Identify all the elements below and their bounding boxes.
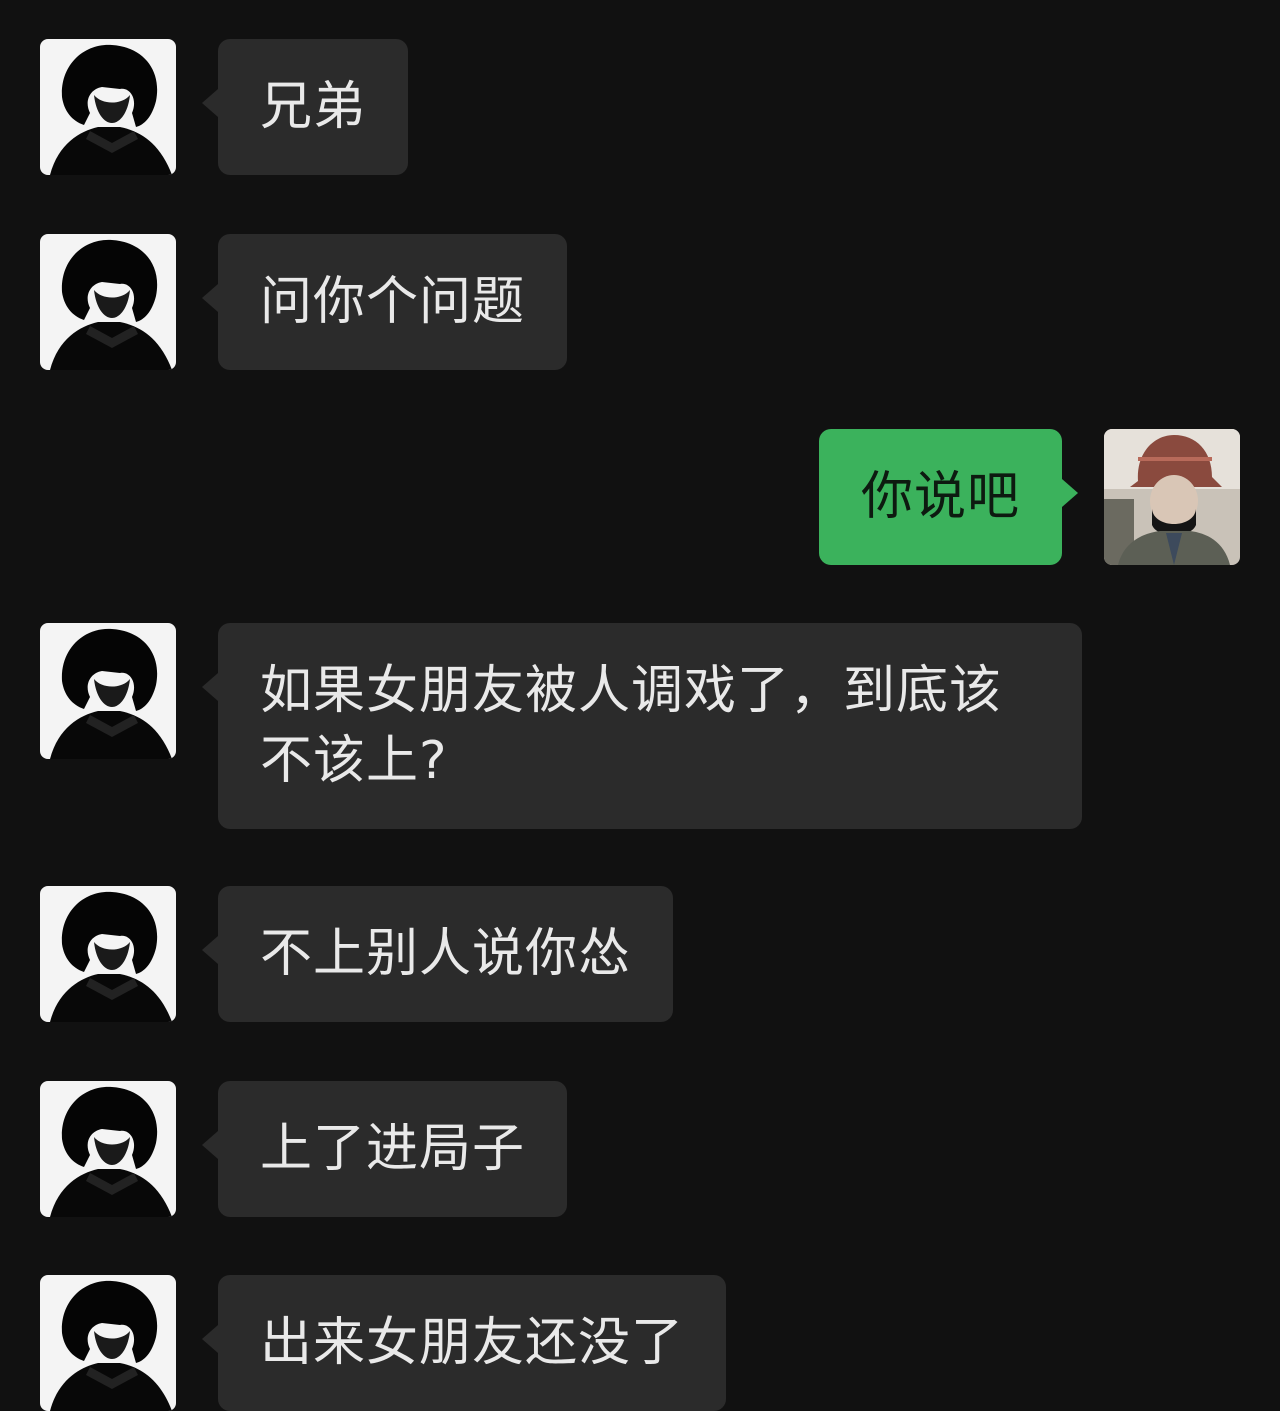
incoming-message-bubble[interactable]: 兄弟 (201, 39, 409, 175)
message-row: 出来女朋友还没了 (40, 1275, 727, 1411)
incoming-message-bubble[interactable]: 上了进局子 (201, 1081, 568, 1217)
message-row: 上了进局子 (40, 1081, 568, 1217)
contact-avatar[interactable] (40, 1275, 176, 1411)
message-row: 不上别人说你怂 (40, 886, 674, 1022)
incoming-message-bubble[interactable]: 不上别人说你怂 (201, 886, 674, 1022)
anime-boy-avatar-icon (40, 623, 176, 759)
anime-boy-avatar-icon (40, 1081, 176, 1217)
anime-boy-avatar-icon (40, 39, 176, 175)
incoming-message-bubble[interactable]: 如果女朋友被人调戏了，到底该不该上? (202, 623, 1082, 829)
outgoing-message-bubble[interactable]: 你说吧 (818, 429, 1079, 565)
message-row: 兄弟 (40, 39, 409, 175)
anime-boy-avatar-icon (40, 234, 176, 370)
message-row: 问你个问题 (40, 234, 568, 370)
incoming-message-bubble[interactable]: 出来女朋友还没了 (201, 1275, 727, 1411)
contact-avatar[interactable] (40, 39, 176, 175)
anime-boy-avatar-icon (40, 1275, 176, 1411)
user-avatar[interactable] (1104, 429, 1240, 565)
message-row: 如果女朋友被人调戏了，到底该不该上? (40, 623, 1082, 829)
chat-message-list[interactable]: 兄弟 问你个问题 你说吧 如果女朋友被人调戏了，到底该不该上? 不上别人说你怂 … (0, 0, 1280, 1411)
contact-avatar[interactable] (40, 1081, 176, 1217)
contact-avatar[interactable] (40, 623, 176, 759)
message-row: 你说吧 (818, 429, 1240, 565)
incoming-message-bubble[interactable]: 问你个问题 (201, 234, 568, 370)
anime-boy-avatar-icon (40, 886, 176, 1022)
user-photo-avatar-icon (1104, 429, 1240, 565)
contact-avatar[interactable] (40, 886, 176, 1022)
contact-avatar[interactable] (40, 234, 176, 370)
